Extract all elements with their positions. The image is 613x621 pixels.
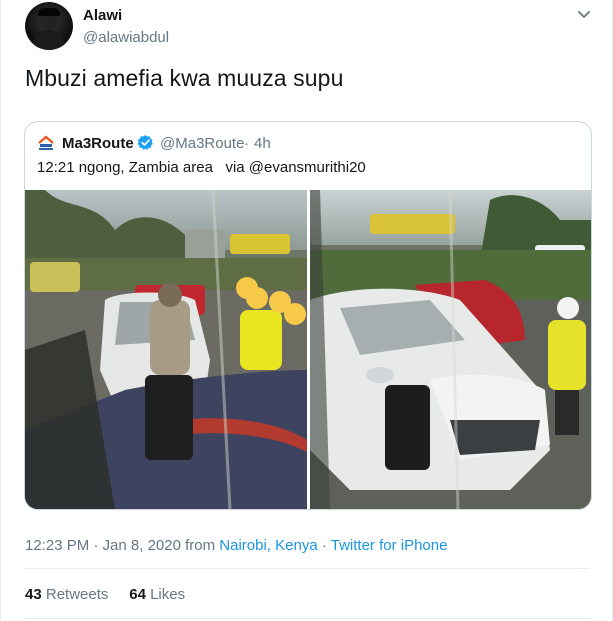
tweet-text: Mbuzi amefia kwa muuza supu [25, 65, 344, 91]
author-name[interactable]: Alawi [83, 7, 122, 24]
tweet-source-link[interactable]: Twitter for iPhone [331, 537, 448, 554]
divider [25, 568, 590, 569]
quoted-timestamp[interactable]: 4h [254, 135, 271, 152]
tweet-meta: 12:23 PM · Jan 8, 2020 from Nairobi, Ken… [25, 537, 447, 554]
accident-photo-right[interactable] [310, 190, 591, 509]
avatar[interactable] [25, 2, 73, 50]
tweet-datetime[interactable]: 12:23 PM · Jan 8, 2020 from [25, 537, 219, 554]
tweet-stats: 43 Retweets 64 Likes [25, 586, 185, 603]
tweet-card: Alawi @alawiabdul Mbuzi amefia kwa muuza… [0, 0, 613, 621]
meta-separator: · [317, 537, 331, 554]
accident-photo-left[interactable] [25, 190, 307, 509]
ma3route-logo-icon [37, 134, 55, 152]
likes-label: Likes [150, 586, 186, 603]
quoted-tweet[interactable]: Ma3Route @Ma3Route · 4h 12:21 ngong, Zam… [24, 121, 592, 510]
divider-bottom [25, 618, 590, 619]
author-handle[interactable]: @alawiabdul [83, 29, 169, 46]
retweets-count: 43 [25, 586, 42, 603]
likes-stat[interactable]: 64 Likes [129, 586, 185, 603]
likes-count: 64 [129, 586, 146, 603]
retweets-stat[interactable]: 43 Retweets [25, 586, 108, 603]
tweet-location-link[interactable]: Nairobi, Kenya [219, 537, 317, 554]
chevron-down-icon[interactable] [577, 10, 591, 20]
verified-badge-icon [137, 135, 153, 150]
quoted-text: 12:21 ngong, Zambia area via @evansmurit… [37, 159, 366, 176]
separator-dot: · [244, 135, 249, 152]
retweets-label: Retweets [45, 586, 109, 603]
quoted-author-name[interactable]: Ma3Route [62, 135, 134, 152]
quoted-author-handle[interactable]: @Ma3Route [160, 135, 244, 152]
